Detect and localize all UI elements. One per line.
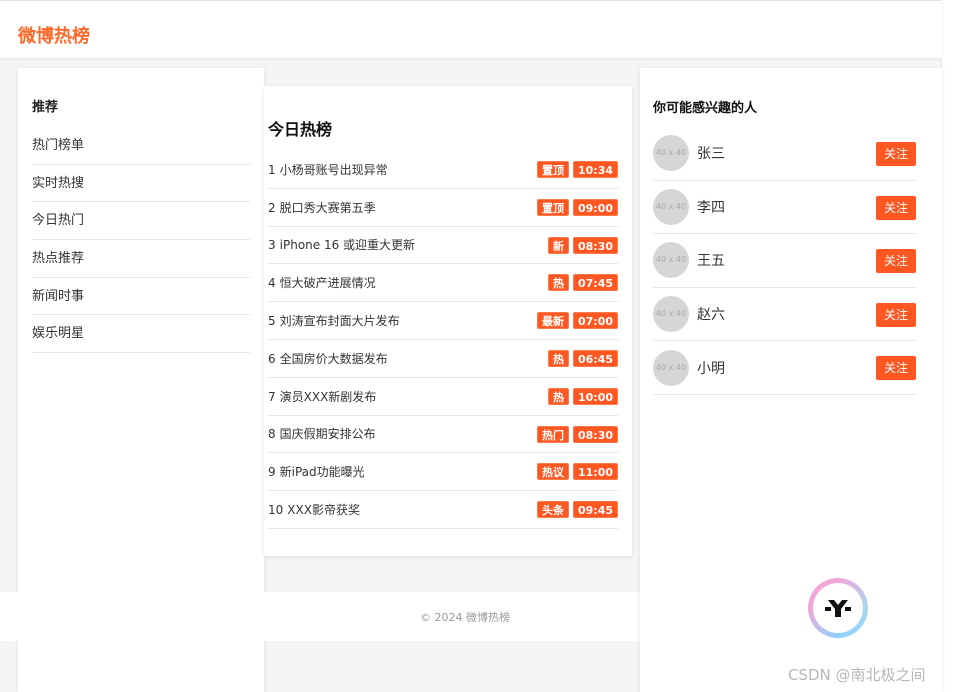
hot-item-rank: 5 刘涛宣布封面大片发布 — [268, 314, 400, 329]
hot-item[interactable]: 1 小杨哥账号出现异常 置顶 10:34 — [268, 151, 618, 189]
hot-item-time: 09:45 — [572, 501, 618, 519]
hot-item[interactable]: 2 脱口秀大赛第五季 置顶 09:00 — [268, 189, 618, 227]
person-name[interactable]: 王五 — [697, 250, 725, 270]
hot-item-tag: 热 — [547, 349, 569, 367]
person-item: 40 x 40 张三 关注 — [653, 127, 916, 181]
sidebar-item[interactable]: 热门榜单 — [32, 127, 250, 165]
sidebar-item[interactable]: 娱乐明星 — [32, 315, 250, 354]
hot-item-title[interactable]: 脱口秀大赛第五季 — [280, 201, 376, 215]
hot-item-rank: 4 恒大破产进展情况 — [268, 276, 376, 291]
hot-list-panel: 今日热榜 1 小杨哥账号出现异常 置顶 10:34 2 脱口秀大赛第五季 置顶 09:0… — [264, 86, 632, 556]
hot-item-rank: 10 XXX影帝获奖 — [268, 503, 360, 518]
person-item: 40 x 40 赵六 关注 — [653, 288, 916, 342]
hot-item-time: 10:34 — [572, 161, 618, 178]
hot-item[interactable]: 10 XXX影帝获奖 头条 09:45 — [268, 491, 618, 529]
hot-item-time: 07:00 — [572, 312, 618, 330]
sidebar-list: 热门榜单 实时热搜 今日热门 热点推荐 新闻时事 娱乐明星 — [32, 127, 250, 354]
hot-item[interactable]: 9 新iPad功能曝光 热议 11:00 — [268, 453, 618, 492]
sidebar-title: 推荐 — [32, 100, 59, 115]
hot-item-title[interactable]: iPhone 16 或迎重大更新 — [280, 238, 415, 252]
hot-list-title: 今日热榜 — [268, 120, 333, 139]
hot-item-tag: 热 — [547, 387, 569, 405]
hot-item-title[interactable]: 演员XXX新剧发布 — [280, 390, 377, 404]
site-logo[interactable]: 微博热榜 — [18, 26, 90, 48]
hot-item-time: 10:00 — [572, 387, 618, 405]
hot-item-title[interactable]: XXX影帝获奖 — [287, 503, 360, 517]
follow-button[interactable]: 关注 — [875, 356, 916, 381]
hot-item-rank: 6 全国房价大数据发布 — [268, 351, 388, 366]
hot-item-time: 06:45 — [572, 349, 618, 367]
hot-item-title[interactable]: 国庆假期安排公布 — [280, 427, 376, 441]
hot-item[interactable]: 7 演员XXX新剧发布 热 10:00 — [268, 378, 618, 416]
avatar[interactable]: 40 x 40 — [653, 188, 689, 225]
person-item: 40 x 40 小明 关注 — [653, 341, 916, 395]
hot-item-rank: 2 脱口秀大赛第五季 — [268, 200, 376, 215]
hot-item-rank: 8 国庆假期安排公布 — [268, 427, 376, 442]
person-name[interactable]: 赵六 — [697, 304, 725, 324]
person-item: 40 x 40 李四 关注 — [653, 181, 916, 235]
hot-item[interactable]: 8 国庆假期安排公布 热门 08:30 — [268, 416, 618, 454]
hot-item-tag: 置顶 — [536, 161, 569, 178]
person-name[interactable]: 张三 — [697, 143, 725, 163]
hot-item-time: 07:45 — [572, 274, 618, 292]
follow-button[interactable]: 关注 — [875, 195, 916, 220]
sidebar-item[interactable]: 实时热搜 — [32, 165, 250, 203]
hot-item-tag: 最新 — [536, 312, 569, 330]
hot-item-rank: 9 新iPad功能曝光 — [268, 465, 365, 480]
sidebar-item[interactable]: 新闻时事 — [32, 278, 250, 316]
hot-item[interactable]: 6 全国房价大数据发布 热 06:45 — [268, 340, 618, 378]
header: 微博热榜 — [0, 0, 942, 58]
hot-item-time: 11:00 — [572, 463, 618, 481]
hot-item-title[interactable]: 恒大破产进展情况 — [280, 276, 376, 290]
hot-item-rank: 7 演员XXX新剧发布 — [268, 389, 377, 404]
hot-item-time: 09:00 — [572, 198, 618, 216]
floating-action-button[interactable] — [808, 578, 868, 638]
hot-item-tag: 热 — [547, 274, 569, 292]
hot-item[interactable]: 4 恒大破产进展情况 热 07:45 — [268, 264, 618, 303]
people-list: 40 x 40 张三 关注 40 x 40 李四 关注 40 x 40 王五 关… — [653, 127, 916, 395]
suggested-people-panel: 你可能感兴趣的人 40 x 40 张三 关注 40 x 40 李四 关注 40 … — [640, 68, 942, 692]
person-name[interactable]: 小明 — [697, 358, 725, 378]
hot-item-rank: 3 iPhone 16 或迎重大更新 — [268, 238, 416, 253]
hot-item[interactable]: 5 刘涛宣布封面大片发布 最新 07:00 — [268, 302, 618, 340]
sidebar-item[interactable]: 今日热门 — [32, 202, 250, 241]
hot-item-tag: 热议 — [536, 463, 569, 481]
hot-item[interactable]: 3 iPhone 16 或迎重大更新 新 08:30 — [268, 227, 618, 265]
hot-item-title[interactable]: 全国房价大数据发布 — [280, 352, 388, 366]
y-logo-icon — [825, 600, 851, 617]
hot-list: 1 小杨哥账号出现异常 置顶 10:34 2 脱口秀大赛第五季 置顶 09:00 3 iP… — [268, 151, 618, 529]
follow-button[interactable]: 关注 — [875, 142, 916, 166]
person-item: 40 x 40 王五 关注 — [653, 234, 916, 288]
hot-item-tag: 置顶 — [536, 198, 569, 216]
hot-item-tag: 热门 — [536, 425, 569, 443]
suggested-people-title: 你可能感兴趣的人 — [653, 101, 758, 116]
hot-item-title[interactable]: 小杨哥账号出现异常 — [280, 163, 388, 177]
page: 微博热榜 推荐 热门榜单 实时热搜 今日热门 热点推荐 新闻时事 娱乐明星 今日… — [0, 0, 942, 692]
follow-button[interactable]: 关注 — [875, 249, 916, 274]
watermark: CSDN @南北极之间 — [788, 666, 926, 684]
hot-item-title[interactable]: 刘涛宣布封面大片发布 — [280, 314, 400, 328]
person-name[interactable]: 李四 — [697, 197, 725, 217]
hot-item-tag: 新 — [547, 236, 569, 254]
hot-item-rank: 1 小杨哥账号出现异常 — [268, 162, 388, 177]
follow-button[interactable]: 关注 — [875, 302, 916, 327]
hot-item-tag: 头条 — [536, 501, 569, 519]
hot-item-time: 08:30 — [572, 425, 618, 443]
avatar[interactable]: 40 x 40 — [653, 242, 689, 279]
avatar[interactable]: 40 x 40 — [653, 349, 689, 386]
sidebar-item[interactable]: 热点推荐 — [32, 240, 250, 278]
hot-item-title[interactable]: 新iPad功能曝光 — [280, 465, 365, 479]
avatar[interactable]: 40 x 40 — [653, 296, 689, 333]
hot-item-time: 08:30 — [572, 236, 618, 254]
avatar[interactable]: 40 x 40 — [653, 135, 689, 172]
